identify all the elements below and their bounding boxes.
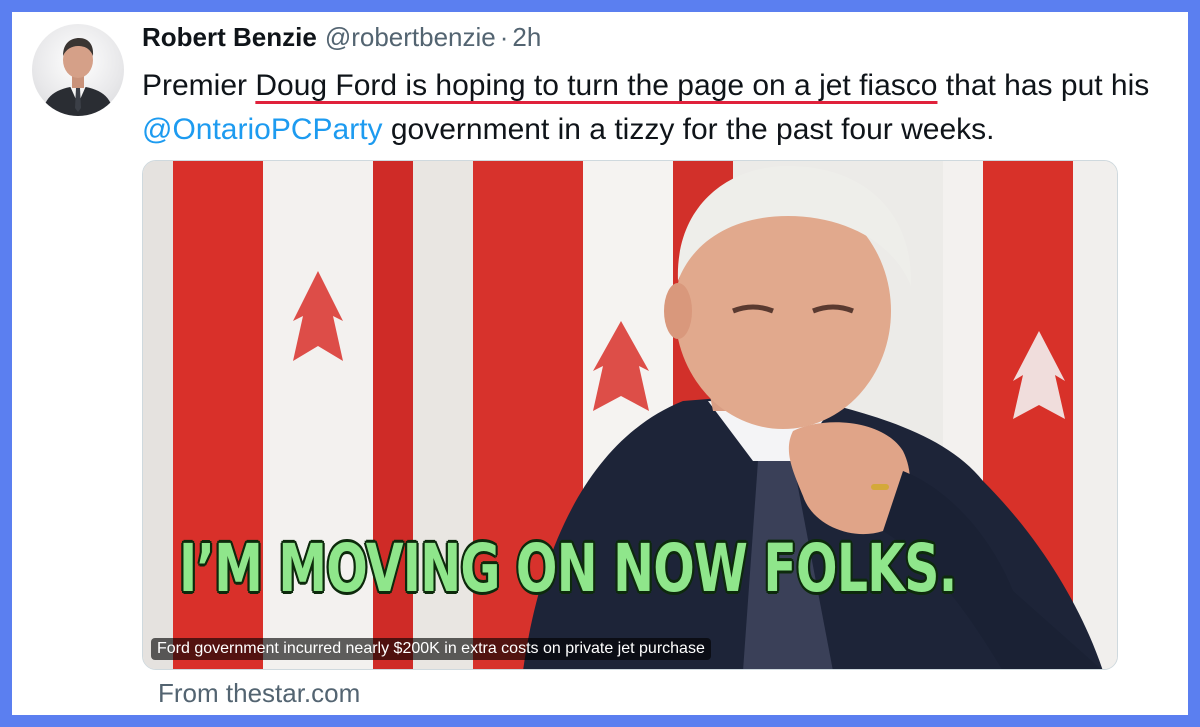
author-handle[interactable]: @robertbenzie bbox=[325, 22, 496, 53]
link-source[interactable]: From thestar.com bbox=[158, 678, 360, 709]
underlined-phrase: Doug Ford is hoping to turn the page on … bbox=[255, 69, 938, 102]
separator-dot: · bbox=[499, 22, 509, 52]
avatar[interactable] bbox=[32, 24, 124, 116]
tweet-header: Robert Benzie @robertbenzie · 2h bbox=[142, 22, 541, 62]
tweet-text-intro: Premier bbox=[142, 69, 256, 102]
mention-link[interactable]: @OntarioPCParty bbox=[142, 113, 383, 146]
link-card-media[interactable]: I’M MOVING ON NOW FOLKS. Ford government… bbox=[142, 160, 1118, 670]
tweet-text: Premier Doug Ford is hoping to turn the … bbox=[142, 64, 1162, 152]
tweet-card: Robert Benzie @robertbenzie · 2h Premier… bbox=[12, 12, 1188, 715]
tweet-text-middle: that has put his bbox=[937, 69, 1150, 102]
author-name[interactable]: Robert Benzie bbox=[142, 22, 317, 53]
meme-overlay-text: I’M MOVING ON NOW FOLKS. bbox=[179, 530, 957, 607]
tweet-timestamp[interactable]: 2h bbox=[512, 22, 541, 53]
article-headline-caption: Ford government incurred nearly $200K in… bbox=[151, 638, 711, 660]
avatar-photo bbox=[42, 38, 114, 116]
tweet-text-end: government in a tizzy for the past four … bbox=[382, 113, 995, 146]
